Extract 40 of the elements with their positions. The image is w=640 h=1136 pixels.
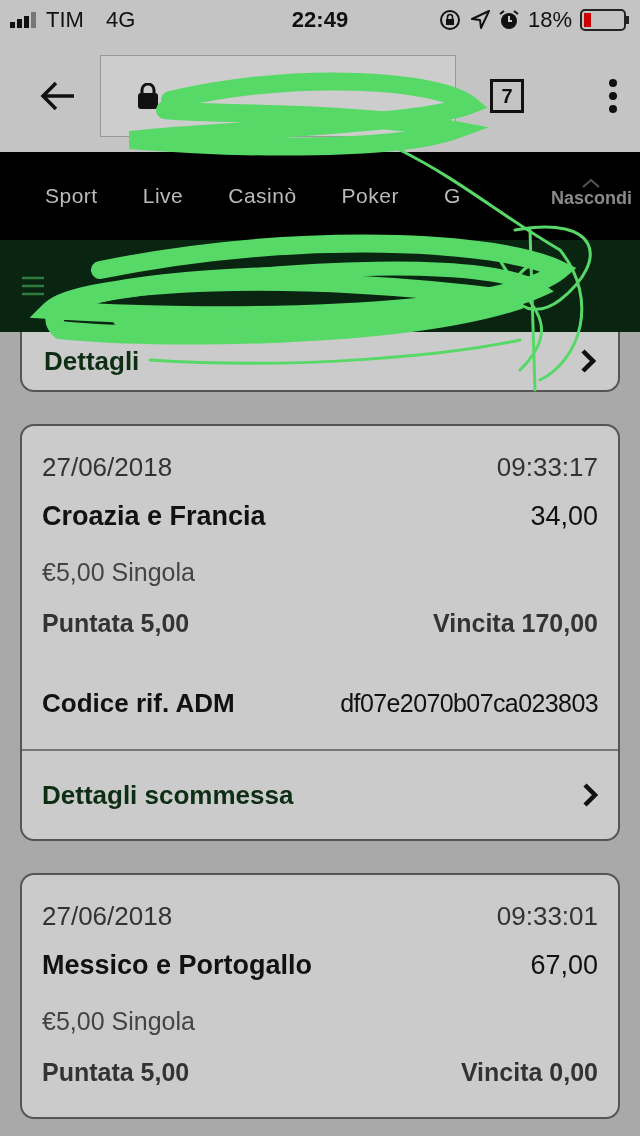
odds: 34,00 — [530, 501, 598, 532]
caret-icon — [582, 177, 601, 188]
match-name: Messico e Portogallo — [42, 950, 313, 981]
clock: 22:49 — [291, 7, 349, 33]
bet-date: 27/06/2018 — [42, 452, 173, 483]
nav-item[interactable]: Poker — [341, 184, 399, 208]
chevron-icon — [580, 348, 596, 374]
signal-icon — [10, 12, 38, 28]
hide-button[interactable]: Nascondi — [550, 187, 632, 209]
stake: Puntata 5,00 — [42, 609, 190, 638]
code-label: Codice rif. ADM — [42, 688, 235, 719]
nav-item[interactable]: Live — [142, 184, 184, 208]
location-icon — [469, 10, 490, 30]
nav-item[interactable]: Sport — [45, 184, 98, 208]
match-name: Croazia e Francia — [42, 501, 266, 532]
lock-icon — [137, 83, 159, 109]
bet-time: 09:33:17 — [496, 452, 598, 483]
odds: 67,00 — [530, 950, 598, 981]
nav-item[interactable]: G — [443, 184, 461, 208]
nav-item[interactable]: Casinò — [228, 184, 297, 208]
battery-icon — [580, 9, 630, 31]
bet-time: 09:33:01 — [496, 901, 598, 932]
bet-date: 27/06/2018 — [42, 901, 173, 932]
tab-count-button[interactable]: 7 — [490, 79, 524, 113]
rotation-lock-icon — [437, 8, 462, 32]
bet-type: €5,00 Singola — [42, 1007, 195, 1036]
stake: Puntata 5,00 — [42, 1058, 190, 1087]
network-type: 4G — [105, 7, 136, 33]
details-link[interactable]: Dettagli scommessa — [22, 749, 618, 839]
chevron-icon — [582, 782, 598, 808]
winnings: Vincita 170,00 — [433, 609, 598, 638]
back-arrow-icon[interactable] — [40, 80, 76, 112]
code-value: df07e2070b07ca023803 — [340, 689, 598, 718]
menu-icon[interactable] — [608, 79, 618, 113]
bet-type: €5,00 Singola — [42, 558, 195, 587]
battery-percent: 18% — [527, 7, 572, 33]
alarm-icon — [497, 9, 520, 31]
details-link[interactable]: Dettagli — [44, 345, 140, 377]
carrier: TIM — [46, 7, 84, 33]
winnings: Vincita 0,00 — [460, 1058, 598, 1087]
